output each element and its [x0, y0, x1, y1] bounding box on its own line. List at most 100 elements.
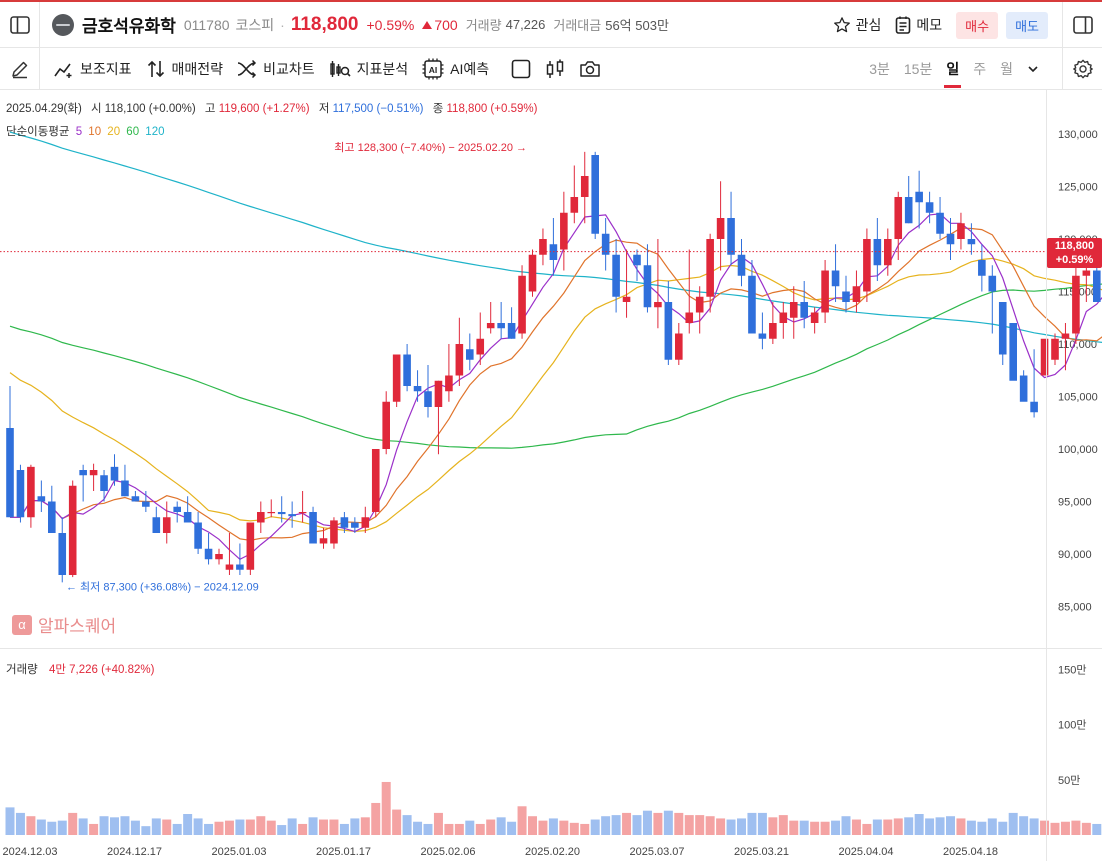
volume-bar	[653, 812, 663, 835]
volume-bar	[559, 820, 569, 835]
volume-bar	[151, 818, 161, 835]
candle-body	[873, 239, 882, 266]
ma-legend[interactable]: 단순이동평균 5 10 20 60 120	[6, 123, 164, 139]
alphasquare-watermark: α 알파스퀘어	[12, 612, 116, 637]
volume-bar	[350, 818, 360, 835]
close-value: 118,800 (+0.59%)	[446, 103, 538, 115]
date-tick-label: 2025.01.03	[211, 846, 266, 858]
volume-bar	[381, 781, 391, 835]
volume-bar	[1081, 822, 1091, 835]
candle-body	[1093, 270, 1101, 302]
volume-bar	[622, 812, 632, 835]
amount-label: 거래대금	[553, 18, 602, 33]
pen-icon	[11, 61, 27, 78]
pane-divider[interactable]	[0, 648, 1102, 649]
ai-chip-icon: AI	[422, 58, 444, 79]
volume-bar	[141, 826, 151, 835]
candle-body	[298, 512, 307, 514]
volume-bar	[486, 819, 496, 835]
period-15min[interactable]: 15분	[897, 48, 939, 89]
volume-bar	[245, 819, 255, 835]
memo-button[interactable]: 메모	[895, 15, 942, 35]
period-week[interactable]: 주	[966, 48, 993, 89]
volume-bar	[768, 817, 778, 835]
compare-button[interactable]: 비교차트	[237, 59, 315, 79]
volume-bar	[893, 818, 903, 835]
candle-body	[131, 496, 140, 502]
volume-bar	[475, 823, 485, 835]
watch-button[interactable]: 관심	[833, 15, 881, 35]
volume-bar	[329, 819, 339, 835]
price-tick-label: 125,000	[1058, 182, 1098, 194]
drawing-tool-button[interactable]	[0, 48, 40, 89]
toggle-right-panel-button[interactable]	[1062, 2, 1102, 48]
volume-bar	[68, 812, 78, 835]
volume-bar	[977, 821, 987, 835]
candle-body	[121, 480, 129, 497]
date-tick-label: 2025.04.18	[943, 846, 998, 858]
candle-body	[257, 512, 265, 523]
volume-bar	[78, 818, 88, 835]
sell-button[interactable]: 매도	[1006, 11, 1048, 39]
candle-body	[68, 485, 77, 575]
screenshot-button[interactable]	[579, 59, 601, 79]
candle-body	[277, 512, 286, 515]
volume-tick-label: 50만	[1058, 774, 1080, 787]
separator-dot: ·	[280, 16, 285, 33]
toggle-left-panel-button[interactable]	[0, 1, 40, 48]
period-month[interactable]: 월	[993, 48, 1020, 89]
volume-bar	[402, 815, 412, 835]
volume-bar	[57, 820, 67, 835]
chart-canvas[interactable]: 130,000125,000120,000115,000110,000105,0…	[0, 90, 1102, 861]
candle-body	[789, 302, 798, 318]
candle-body	[48, 501, 56, 533]
candle-body	[361, 517, 370, 528]
candle-body	[706, 239, 714, 297]
market-name: 코스피	[235, 16, 275, 33]
chart-area[interactable]: 130,000125,000120,000115,000110,000105,0…	[0, 90, 1102, 861]
volume-bar	[737, 818, 746, 835]
volume-bar	[47, 821, 57, 835]
volume-bar	[851, 819, 861, 835]
strategy-button[interactable]: 매매전략	[146, 59, 223, 79]
date-tick-label: 2025.04.04	[838, 846, 893, 858]
volume-pane-value: 4만 7,226 (+40.82%)	[48, 664, 155, 676]
max-annotation: 최고 128,300 (−7.40%) − 2025.02.20 →	[334, 141, 527, 154]
settings-button[interactable]	[1062, 48, 1102, 89]
volume-bar	[1019, 816, 1029, 835]
buy-button[interactable]: 매수	[956, 11, 999, 39]
indicator-button[interactable]: 보조지표	[54, 59, 132, 79]
volume-bar	[528, 816, 537, 835]
low-value: 117,500 (−0.51%)	[332, 103, 424, 115]
ai-forecast-button[interactable]: AI AI예측	[422, 58, 489, 80]
ma20-line	[9, 257, 1102, 533]
volume-bar	[590, 819, 600, 835]
volume-bar	[120, 816, 130, 835]
indicator-label: 보조지표	[80, 60, 132, 77]
period-3min[interactable]: 3분	[862, 48, 897, 89]
layout-button[interactable]	[511, 59, 531, 79]
period-more-button[interactable]	[1020, 48, 1046, 89]
low-label: 저	[318, 103, 330, 115]
volume-bar	[496, 817, 506, 835]
volume-bar	[5, 807, 15, 835]
analysis-button[interactable]: 지표분석	[329, 59, 408, 79]
candle-body	[142, 501, 150, 507]
candle-body	[1061, 333, 1070, 339]
volume-bar	[298, 823, 308, 835]
stock-code: 011780	[183, 16, 230, 33]
candle-body	[998, 302, 1007, 355]
candle-body	[162, 517, 171, 533]
candle-body	[476, 338, 485, 355]
candle-body	[675, 333, 683, 360]
open-label: 시	[91, 103, 102, 115]
current-price: 118,800	[290, 13, 359, 35]
volume-info: 거래량 4만 7,226 (+40.82%)	[6, 661, 154, 677]
volume-bar	[538, 820, 548, 835]
date-tick-label: 2024.12.17	[107, 846, 162, 858]
ma60-line	[9, 283, 1102, 449]
square-icon	[511, 59, 531, 78]
period-day[interactable]: 일	[939, 48, 966, 89]
watermark-text: 알파스퀘어	[38, 617, 117, 636]
chart-type-button[interactable]	[545, 59, 565, 79]
